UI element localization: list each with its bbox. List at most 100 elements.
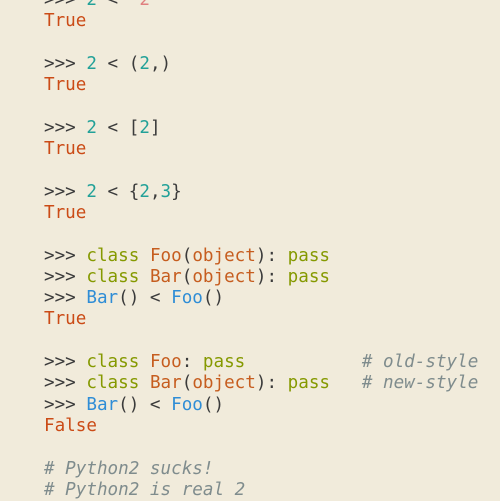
class-name-token: Bar: [149, 266, 182, 287]
keyword-token: class: [86, 352, 140, 373]
code-line: >>> 2 < {2,3}: [44, 182, 478, 203]
code-line: False: [44, 416, 478, 437]
repl-prompt: >>>: [44, 394, 87, 415]
punctuation-token: (: [181, 266, 193, 287]
code-line: True: [44, 75, 478, 96]
operator-token: <: [139, 288, 172, 309]
code-line: True: [44, 203, 478, 224]
code-line: >>> Bar() < Foo(): [44, 395, 478, 416]
output-token: True: [44, 11, 87, 32]
call-token: Bar: [86, 394, 119, 415]
output-token: True: [44, 309, 87, 330]
punctuation-token: ):: [255, 373, 288, 394]
keyword-token: pass: [287, 373, 331, 394]
repl-prompt: >>>: [44, 0, 87, 10]
number-token: 2: [86, 181, 97, 202]
repl-prompt: >>>: [44, 352, 87, 373]
operator-token: [139, 352, 150, 372]
comment-token: # new-style: [361, 373, 479, 394]
code-line: >>> Bar() < Foo(): [44, 288, 478, 309]
number-token: 2: [139, 117, 150, 138]
punctuation-token: (: [181, 373, 193, 394]
punctuation-token: (): [118, 288, 140, 309]
operator-token: [139, 267, 150, 287]
repl-prompt: >>>: [44, 373, 87, 394]
builtin-token: object: [192, 245, 256, 266]
keyword-token: class: [86, 373, 140, 394]
punctuation-token: {: [128, 181, 140, 202]
repl-prompt: >>>: [44, 181, 87, 202]
operator-token: <: [96, 53, 129, 74]
class-name-token: Foo: [149, 245, 182, 266]
operator-token: <: [96, 117, 129, 138]
code-line: # Python2 sucks!: [44, 459, 478, 480]
output-token: True: [44, 139, 87, 160]
builtin-token: object: [192, 373, 256, 394]
operator-token: <: [96, 0, 129, 10]
punctuation-token: ]: [149, 117, 161, 138]
punctuation-token: (): [118, 394, 140, 415]
keyword-token: class: [86, 266, 140, 287]
operator-token: <: [96, 181, 129, 202]
operator-token: [139, 246, 150, 266]
punctuation-token: (): [202, 394, 225, 415]
comment-token: # Python2 sucks!: [44, 458, 214, 479]
builtin-token: object: [192, 266, 256, 287]
operator-token: [139, 373, 150, 393]
punctuation-token: :: [181, 352, 203, 373]
punctuation-token: ):: [255, 266, 288, 287]
code-line: >>> 2 < "2": [44, 0, 478, 11]
output-token: True: [44, 202, 87, 223]
comment-token: # Python2 is real 2: [44, 479, 246, 500]
punctuation-token: [: [128, 117, 140, 138]
output-token: False: [44, 415, 97, 436]
class-name-token: Bar: [149, 373, 182, 394]
punctuation-token: (: [181, 245, 193, 266]
number-token: 2: [86, 53, 97, 74]
code-line: >>> 2 < (2,): [44, 54, 478, 75]
call-token: Foo: [171, 394, 203, 415]
punctuation-token: (: [128, 53, 140, 74]
code-line: >>> class Foo(object): pass: [44, 246, 478, 267]
punctuation-token: ,: [149, 181, 161, 202]
code-line: >>> class Bar(object): pass # new-style: [44, 373, 478, 394]
repl-prompt: >>>: [44, 117, 87, 138]
punctuation-token: ):: [255, 245, 288, 266]
code-line: True: [44, 139, 478, 160]
keyword-token: class: [86, 245, 140, 266]
punctuation-token: }: [171, 181, 182, 202]
number-token: 3: [160, 181, 172, 202]
number-token: 2: [139, 181, 150, 202]
number-token: 2: [86, 0, 97, 10]
code-block: >>> 2 < "2" True >>> 2 < (2,) True >>> 2 <…: [44, 0, 478, 501]
class-name-token: Foo: [149, 352, 182, 373]
code-line: True: [44, 309, 478, 330]
repl-prompt: >>>: [44, 288, 87, 309]
operator-token: [330, 373, 362, 393]
repl-prompt: >>>: [44, 53, 87, 74]
repl-prompt: >>>: [44, 245, 87, 266]
call-token: Bar: [86, 288, 119, 309]
number-token: 2: [139, 53, 150, 74]
keyword-token: pass: [287, 266, 331, 287]
code-line: >>> class Bar(object): pass: [44, 267, 478, 288]
keyword-token: pass: [202, 352, 246, 373]
punctuation-token: ,): [149, 53, 172, 74]
repl-prompt: >>>: [44, 266, 87, 287]
code-line: >>> 2 < [2]: [44, 118, 478, 139]
operator-token: <: [139, 394, 172, 415]
comment-token: # old-style: [361, 352, 479, 373]
number-token: 2: [86, 117, 97, 138]
code-line: >>> class Foo: pass # old-style: [44, 352, 478, 373]
call-token: Foo: [171, 288, 203, 309]
punctuation-token: (): [202, 288, 225, 309]
code-line: True: [44, 11, 478, 32]
operator-token: [245, 352, 362, 372]
string-token: "2": [128, 0, 161, 10]
keyword-token: pass: [287, 245, 331, 266]
